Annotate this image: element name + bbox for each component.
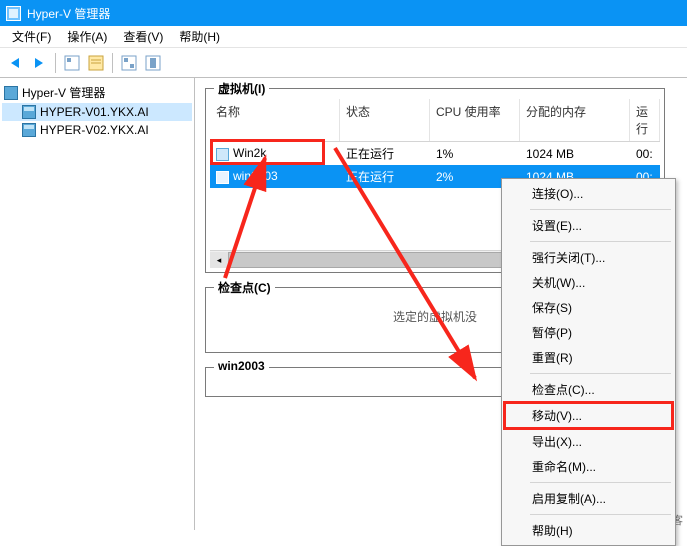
ctx-save[interactable]: 保存(S) bbox=[504, 295, 673, 320]
ctx-shutdown[interactable]: 关机(W)... bbox=[504, 270, 673, 295]
vm-uptime: 00: bbox=[630, 144, 660, 164]
tree-root-label: Hyper-V 管理器 bbox=[22, 84, 105, 101]
tree-panel: Hyper-V 管理器 HYPER-V01.YKX.AI HYPER-V02.Y… bbox=[0, 78, 195, 530]
scroll-thumb[interactable] bbox=[228, 252, 508, 268]
vm-mem: 1024 MB bbox=[520, 144, 630, 164]
toolbar bbox=[0, 48, 687, 78]
vm-icon bbox=[216, 148, 229, 161]
vm-row[interactable]: Win2k 正在运行 1% 1024 MB 00: bbox=[210, 142, 660, 165]
menu-separator bbox=[530, 373, 671, 374]
vm-group-title: 虚拟机(I) bbox=[214, 80, 269, 97]
vm-list: 名称 状态 CPU 使用率 分配的内存 运行 Win2k 正在运行 1% 102… bbox=[206, 89, 664, 192]
help-button[interactable] bbox=[142, 52, 164, 74]
menu-bar: 文件(F) 操作(A) 查看(V) 帮助(H) bbox=[0, 26, 687, 48]
tree-node-host2[interactable]: HYPER-V02.YKX.AI bbox=[2, 121, 192, 139]
ctx-reset[interactable]: 重置(R) bbox=[504, 345, 673, 370]
help-icon bbox=[145, 55, 161, 71]
tree-node-label: HYPER-V02.YKX.AI bbox=[40, 123, 149, 137]
ctx-settings[interactable]: 设置(E)... bbox=[504, 213, 673, 238]
vm-icon bbox=[216, 171, 229, 184]
menu-view[interactable]: 查看(V) bbox=[115, 26, 171, 47]
menu-separator bbox=[530, 209, 671, 210]
ctx-move[interactable]: 移动(V)... bbox=[503, 401, 674, 430]
ctx-help[interactable]: 帮助(H) bbox=[504, 518, 673, 543]
manager-icon bbox=[4, 86, 18, 100]
ctx-pause[interactable]: 暂停(P) bbox=[504, 320, 673, 345]
tree-node-label: HYPER-V01.YKX.AI bbox=[40, 105, 149, 119]
col-cpu[interactable]: CPU 使用率 bbox=[430, 99, 520, 141]
menu-separator bbox=[530, 514, 671, 515]
col-mem[interactable]: 分配的内存 bbox=[520, 99, 630, 141]
arrow-right-icon bbox=[35, 58, 43, 68]
refresh-icon bbox=[121, 55, 137, 71]
ctx-connect[interactable]: 连接(O)... bbox=[504, 181, 673, 206]
vm-name: Win2k bbox=[233, 146, 266, 160]
ctx-force-off[interactable]: 强行关闭(T)... bbox=[504, 245, 673, 270]
arrow-left-icon bbox=[11, 58, 19, 68]
tree-node-host1[interactable]: HYPER-V01.YKX.AI bbox=[2, 103, 192, 121]
window-title: Hyper-V 管理器 bbox=[27, 5, 110, 22]
context-menu: 连接(O)... 设置(E)... 强行关闭(T)... 关机(W)... 保存… bbox=[501, 178, 676, 546]
details-title: win2003 bbox=[214, 359, 269, 373]
properties-button[interactable] bbox=[85, 52, 107, 74]
properties-icon bbox=[88, 55, 104, 71]
ctx-checkpoint[interactable]: 检查点(C)... bbox=[504, 377, 673, 402]
ctx-export[interactable]: 导出(X)... bbox=[504, 429, 673, 454]
nav-back-button[interactable] bbox=[4, 52, 26, 74]
menu-action[interactable]: 操作(A) bbox=[59, 26, 115, 47]
nav-forward-button[interactable] bbox=[28, 52, 50, 74]
menu-separator bbox=[530, 482, 671, 483]
col-name[interactable]: 名称 bbox=[210, 99, 340, 141]
col-uptime[interactable]: 运行 bbox=[630, 99, 660, 141]
title-bar: Hyper-V 管理器 bbox=[0, 0, 687, 26]
menu-help[interactable]: 帮助(H) bbox=[171, 26, 228, 47]
vm-cpu: 1% bbox=[430, 144, 520, 164]
separator bbox=[55, 53, 56, 73]
vm-header-row: 名称 状态 CPU 使用率 分配的内存 运行 bbox=[210, 99, 660, 142]
menu-separator bbox=[530, 241, 671, 242]
tree-icon bbox=[64, 55, 80, 71]
app-icon bbox=[6, 6, 21, 21]
ctx-replication[interactable]: 启用复制(A)... bbox=[504, 486, 673, 511]
vm-name: win2003 bbox=[233, 169, 278, 183]
ctx-rename[interactable]: 重命名(M)... bbox=[504, 454, 673, 479]
server-icon bbox=[22, 105, 36, 119]
show-hide-tree-button[interactable] bbox=[61, 52, 83, 74]
refresh-button[interactable] bbox=[118, 52, 140, 74]
col-state[interactable]: 状态 bbox=[340, 99, 430, 141]
vm-state: 正在运行 bbox=[340, 165, 430, 188]
server-icon bbox=[22, 123, 36, 137]
separator bbox=[112, 53, 113, 73]
tree-root[interactable]: Hyper-V 管理器 bbox=[2, 82, 192, 103]
vm-state: 正在运行 bbox=[340, 142, 430, 165]
checkpoints-title: 检查点(C) bbox=[214, 279, 275, 296]
scroll-left-button[interactable]: ◂ bbox=[210, 252, 228, 268]
menu-file[interactable]: 文件(F) bbox=[4, 26, 59, 47]
